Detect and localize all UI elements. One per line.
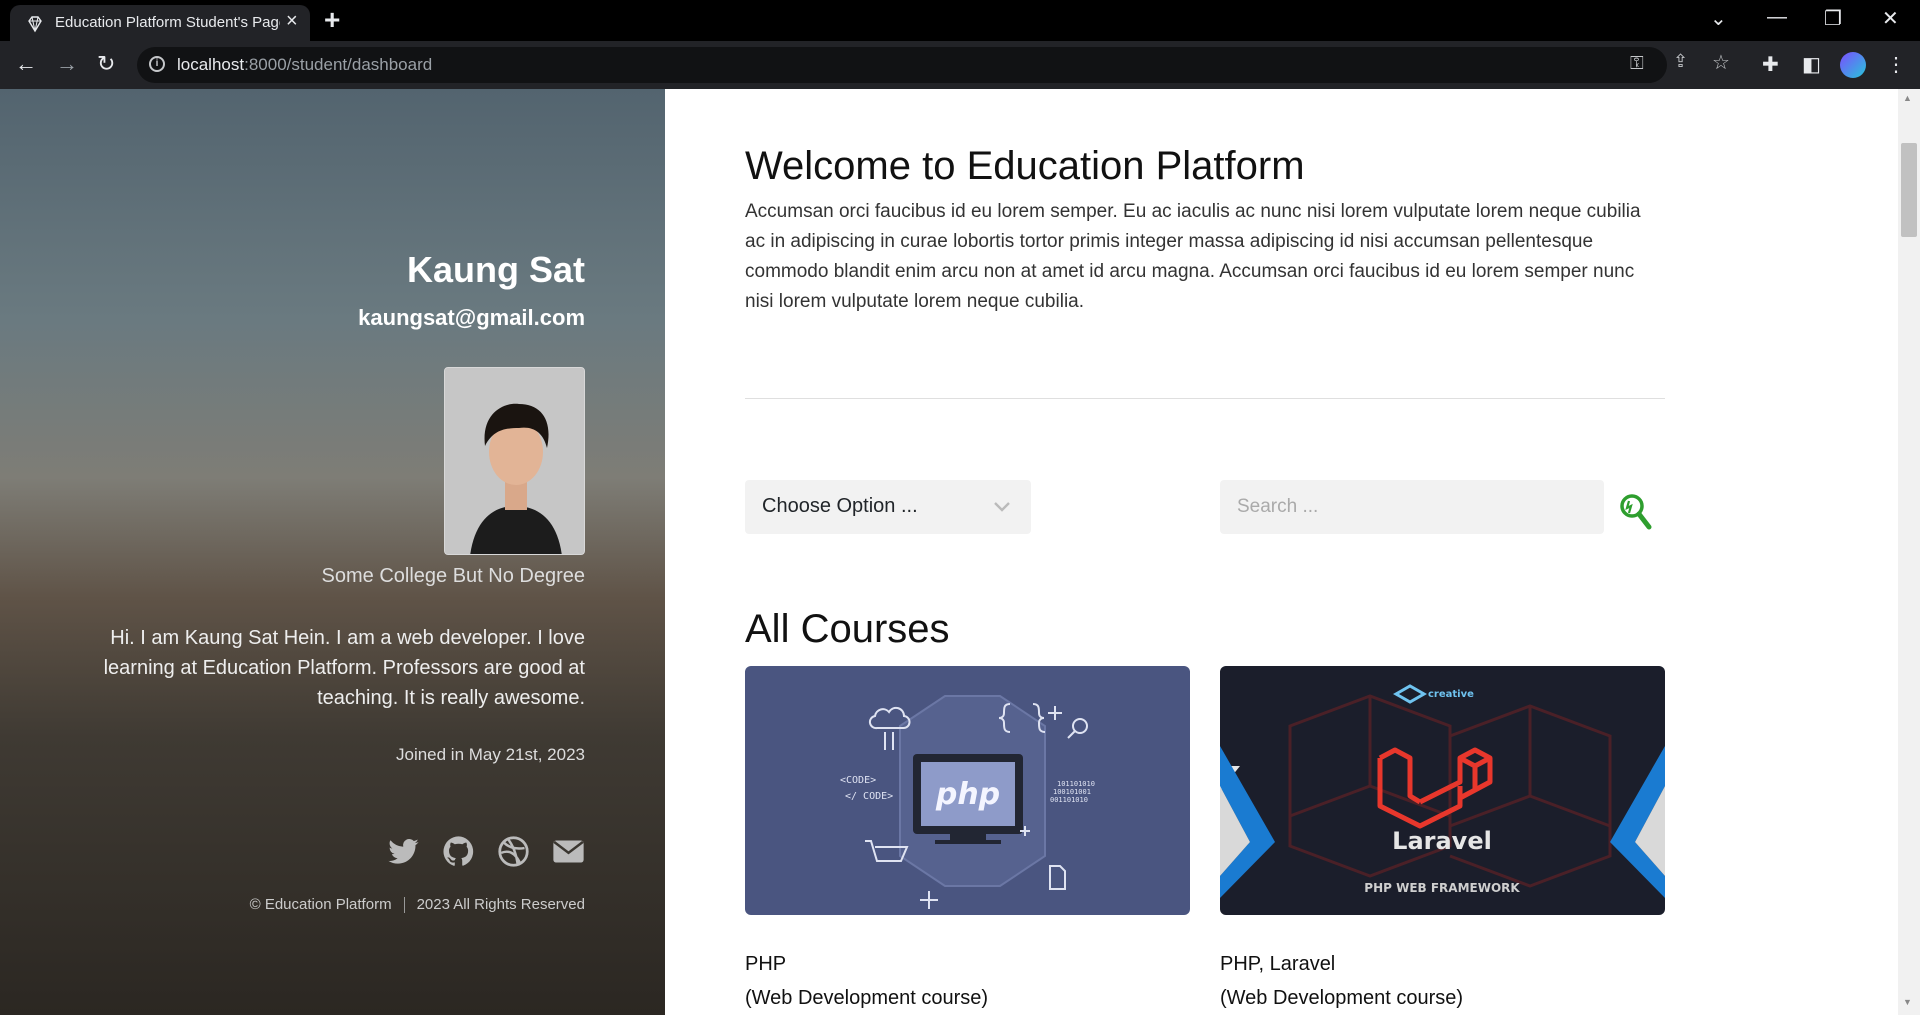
course-thumbnail[interactable]: Laravel PHP WEB FRAMEWORK creative [1220, 666, 1665, 915]
page-scrollbar[interactable]: ▲ ▼ [1898, 89, 1920, 1015]
envelope-icon[interactable] [552, 835, 585, 868]
scrollbar-thumb[interactable] [1901, 143, 1917, 237]
social-links [387, 835, 585, 868]
restore-icon[interactable]: ❐ [1824, 6, 1842, 31]
student-name: Kaung Sat [406, 249, 585, 290]
student-email: kaungsat@gmail.com [358, 305, 585, 330]
new-tab-button[interactable]: + [324, 4, 340, 36]
course-card[interactable]: php <CODE> </ CODE> 101101010 100101001 … [745, 666, 1190, 1015]
course-card[interactable]: Laravel PHP WEB FRAMEWORK creative PHP, … [1220, 666, 1665, 1015]
svg-text:100101001: 100101001 [1053, 788, 1091, 796]
back-arrow-icon[interactable]: ← [15, 51, 37, 77]
laravel-thumb-text: Laravel [1392, 827, 1492, 855]
education-level: Some College But No Degree [321, 565, 585, 587]
key-icon[interactable]: ⚿ [1630, 53, 1644, 74]
section-divider [745, 398, 1665, 399]
share-icon[interactable]: ⇪ [1673, 51, 1688, 72]
close-tab-icon[interactable]: × [286, 10, 298, 33]
course-name[interactable]: PHP [745, 947, 1190, 981]
url-host: localhost [177, 55, 245, 74]
dribbble-icon[interactable] [497, 835, 530, 868]
extensions-puzzle-icon[interactable]: ✚ [1762, 52, 1779, 77]
footer-brand: © Education Platform [249, 896, 392, 913]
course-type: (Web Development course) [745, 987, 989, 1009]
svg-text:<CODE>: <CODE> [840, 775, 876, 786]
tab-title: Education Platform Student's Page [55, 14, 280, 31]
footer-rights: 2023 All Rights Reserved [416, 896, 585, 913]
footer-separator [403, 897, 405, 914]
reload-icon[interactable]: ↻ [97, 51, 115, 77]
course-thumbnail[interactable]: php <CODE> </ CODE> 101101010 100101001 … [745, 666, 1190, 915]
student-photo [444, 367, 585, 555]
address-bar[interactable]: i localhost:8000/student/dashboard ⚿ [137, 47, 1667, 83]
joined-date: Joined in May 21st, 2023 [395, 745, 585, 764]
svg-text:001101010: 001101010 [1050, 796, 1088, 804]
courses-heading: All Courses [745, 607, 950, 651]
browser-tab[interactable]: Education Platform Student's Page × [10, 5, 310, 41]
tab-search-icon[interactable]: ⌄ [1710, 6, 1727, 31]
sidebar-footer: © Education Platform 2023 All Rights Rese… [249, 896, 585, 914]
course-name[interactable]: PHP, Laravel [1220, 947, 1665, 981]
side-panel-icon[interactable]: ◧ [1802, 52, 1821, 77]
site-info-icon[interactable]: i [149, 56, 165, 72]
php-thumb-text: php [935, 777, 1000, 812]
category-select-value: Choose Option ... [762, 495, 918, 517]
bookmark-star-icon[interactable]: ☆ [1712, 50, 1730, 75]
minimize-icon[interactable]: — [1767, 6, 1787, 29]
intro-paragraph: Accumsan orci faucibus id eu lorem sempe… [745, 201, 1641, 312]
profile-sidebar: Kaung Sat kaungsat@gmail.com Some Colleg… [0, 89, 665, 1015]
student-bio: Hi. I am Kaung Sat Hein. I am a web deve… [103, 627, 585, 709]
laravel-thumb-brand: creative [1428, 689, 1474, 700]
url-text: localhost:8000/student/dashboard [177, 55, 432, 75]
main-content: Welcome to Education Platform Accumsan o… [665, 89, 1900, 1015]
svg-text:101101010: 101101010 [1057, 780, 1095, 788]
twitter-icon[interactable] [387, 835, 420, 868]
forward-arrow-icon[interactable]: → [56, 51, 78, 77]
svg-text:</ CODE>: </ CODE> [845, 791, 893, 802]
more-menu-icon[interactable]: ⋮ [1886, 52, 1906, 77]
diamond-favicon-icon [28, 16, 42, 33]
github-icon[interactable] [442, 835, 475, 868]
scroll-up-icon[interactable]: ▲ [1903, 93, 1912, 103]
laravel-thumb-subtitle: PHP WEB FRAMEWORK [1364, 881, 1520, 895]
search-input[interactable] [1220, 480, 1604, 534]
course-type: (Web Development course) [1220, 987, 1464, 1009]
laravel-illustration: Laravel PHP WEB FRAMEWORK creative [1220, 666, 1665, 915]
close-window-icon[interactable]: ✕ [1882, 6, 1899, 31]
search-icon[interactable] [1617, 491, 1653, 531]
chevron-down-icon [994, 502, 1010, 512]
php-illustration: php <CODE> </ CODE> 101101010 100101001 … [745, 666, 1190, 915]
scroll-down-icon[interactable]: ▼ [1903, 997, 1912, 1007]
page-title: Welcome to Education Platform [745, 144, 1305, 188]
url-path: :8000/student/dashboard [244, 55, 433, 74]
browser-tab-bar: Education Platform Student's Page × + ⌄ … [0, 0, 1920, 41]
student-photo-image [445, 368, 584, 554]
category-select[interactable]: Choose Option ... [745, 480, 1031, 534]
profile-avatar-icon[interactable] [1840, 52, 1866, 78]
browser-toolbar: ← → ↻ i localhost:8000/student/dashboard… [0, 41, 1920, 89]
